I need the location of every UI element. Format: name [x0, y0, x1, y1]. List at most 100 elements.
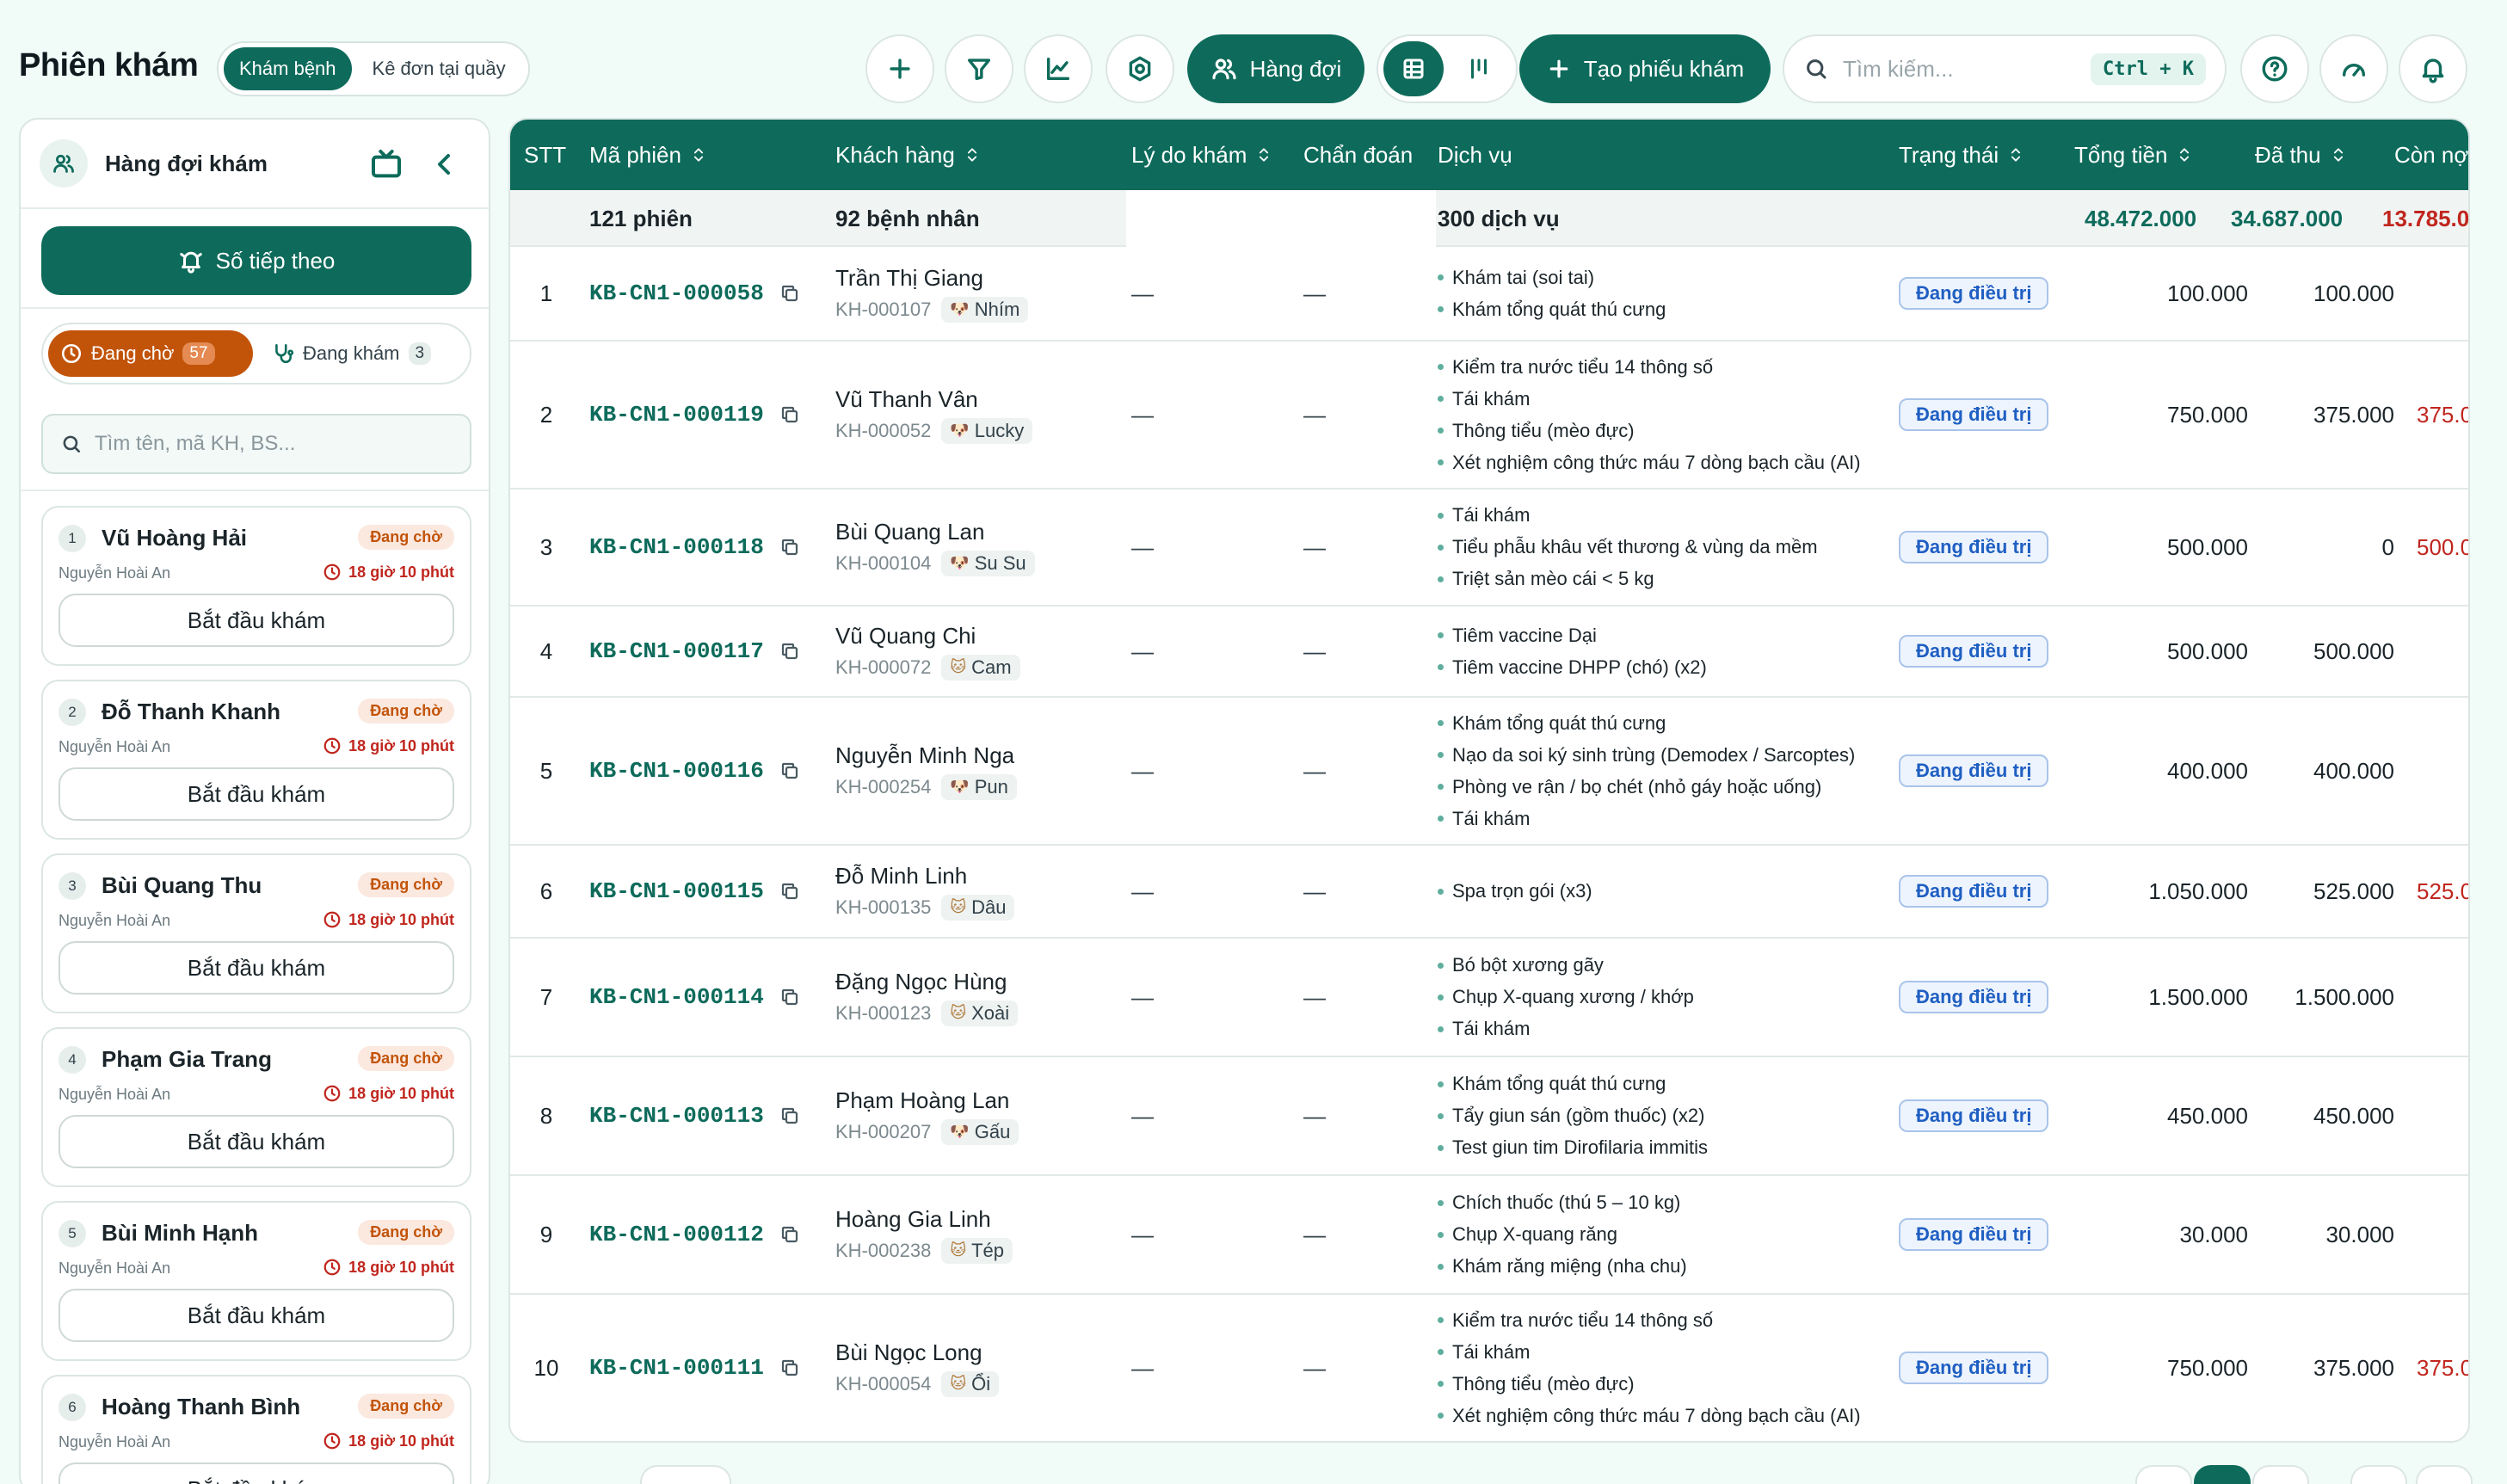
- copy-icon[interactable]: [779, 283, 800, 304]
- table-row[interactable]: 4 KB-CN1-000117 Vũ Quang Chi KH-000072 🐱 Cam —…: [510, 607, 2468, 698]
- session-code-link[interactable]: KB-CN1-000116: [589, 758, 764, 784]
- session-code-link[interactable]: KB-CN1-000058: [589, 280, 764, 306]
- copy-icon[interactable]: [779, 760, 800, 781]
- stethoscope-icon: [275, 343, 294, 363]
- queue-card[interactable]: 4 Phạm Gia Trang Đang chờ Nguyễn Hoài An 18 …: [41, 1027, 471, 1187]
- customer-name[interactable]: Đặng Ngọc Hùng: [835, 969, 1007, 995]
- create-session-button[interactable]: Tạo phiếu khám: [1519, 34, 1771, 103]
- kanban-view-button[interactable]: [1449, 41, 1509, 96]
- table-row[interactable]: 2 KB-CN1-000119 Vũ Thanh Vân KH-000052 🐶 Luck…: [510, 342, 2468, 490]
- start-exam-button[interactable]: Bắt đầu khám: [59, 1289, 454, 1342]
- queue-card[interactable]: 3 Bùi Quang Thu Đang chờ Nguyễn Hoài An 18 g…: [41, 853, 471, 1013]
- queue-card[interactable]: 6 Hoàng Thanh Bình Đang chờ Nguyễn Hoài An 1…: [41, 1375, 471, 1484]
- col-code[interactable]: Mã phiên: [589, 120, 707, 190]
- customer-name[interactable]: Hoàng Gia Linh: [835, 1206, 991, 1233]
- queue-label: Hàng đợi: [1249, 55, 1342, 82]
- session-code-link[interactable]: KB-CN1-000115: [589, 878, 764, 904]
- add-button[interactable]: [865, 34, 934, 103]
- col-paid[interactable]: Đã thu: [2255, 120, 2347, 190]
- session-code-link[interactable]: KB-CN1-000119: [589, 402, 764, 428]
- next-number-button[interactable]: Số tiếp theo: [41, 226, 471, 295]
- session-code-link[interactable]: KB-CN1-000114: [589, 984, 764, 1010]
- notifications-button[interactable]: [2399, 34, 2467, 103]
- queue-doctor: Nguyễn Hoài An: [59, 1259, 171, 1277]
- queue-card[interactable]: 2 Đỗ Thanh Khanh Đang chờ Nguyễn Hoài An 18 …: [41, 680, 471, 840]
- help-button[interactable]: [2240, 34, 2309, 103]
- table-row[interactable]: 9 KB-CN1-000112 Hoàng Gia Linh KH-000238 🐱 Té…: [510, 1176, 2468, 1295]
- copy-icon[interactable]: [779, 1224, 800, 1245]
- tab-examining[interactable]: Đang khám 3: [260, 330, 443, 377]
- session-code-link[interactable]: KB-CN1-000117: [589, 638, 764, 664]
- page-2-button[interactable]: [2252, 1465, 2309, 1484]
- start-exam-button[interactable]: Bắt đầu khám: [59, 767, 454, 821]
- status-badge: Đang điều trị: [1899, 981, 2049, 1013]
- copy-icon[interactable]: [779, 1105, 800, 1126]
- copy-icon[interactable]: [779, 1358, 800, 1378]
- col-reason[interactable]: Lý do khám: [1131, 120, 1272, 190]
- queue-card[interactable]: 1 Vũ Hoàng Hải Đang chờ Nguyễn Hoài An 18 gi…: [41, 506, 471, 666]
- due-cell: [2417, 1176, 2468, 1293]
- performance-button[interactable]: [2319, 34, 2388, 103]
- copy-icon[interactable]: [779, 641, 800, 662]
- col-status[interactable]: Trạng thái: [1899, 120, 2024, 190]
- global-search-input[interactable]: [1843, 55, 2078, 83]
- customer-name[interactable]: Bùi Quang Lan: [835, 519, 984, 545]
- table-row[interactable]: 3 KB-CN1-000118 Bùi Quang Lan KH-000104 🐶 Su …: [510, 490, 2468, 607]
- queue-patient-name: Đỗ Thanh Khanh: [102, 699, 280, 724]
- cat-icon: 🐱: [950, 1375, 967, 1392]
- queue-number: 6: [59, 1394, 86, 1421]
- copy-icon[interactable]: [779, 537, 800, 557]
- prev-page-button[interactable]: [2135, 1465, 2192, 1484]
- collapse-sidebar-button[interactable]: [427, 147, 461, 182]
- start-exam-button[interactable]: Bắt đầu khám: [59, 594, 454, 647]
- col-due[interactable]: Còn nợ: [2394, 120, 2468, 190]
- queue-doctor: Nguyễn Hoài An: [59, 738, 171, 755]
- pet-badge: 🐱 Xoài: [941, 1000, 1019, 1026]
- customer-name[interactable]: Vũ Quang Chi: [835, 623, 976, 650]
- copy-icon[interactable]: [779, 404, 800, 425]
- customer-name[interactable]: Bùi Ngọc Long: [835, 1339, 982, 1366]
- sidebar-title: Hàng đợi khám: [105, 150, 268, 176]
- table-row[interactable]: 7 KB-CN1-000114 Đặng Ngọc Hùng KH-000123 🐱 Xo…: [510, 939, 2468, 1057]
- table-row[interactable]: 8 KB-CN1-000113 Phạm Hoàng Lan KH-000207 🐶 Gấ…: [510, 1057, 2468, 1176]
- customer-name[interactable]: Trần Thị Giang: [835, 265, 983, 292]
- page-size-select[interactable]: [640, 1465, 731, 1484]
- col-total[interactable]: Tổng tiền: [2074, 120, 2193, 190]
- start-exam-button[interactable]: Bắt đầu khám: [59, 1115, 454, 1168]
- tab-kham-benh[interactable]: Khám bệnh: [224, 47, 352, 90]
- customer-name[interactable]: Vũ Thanh Vân: [835, 386, 978, 413]
- display-screen-button[interactable]: [369, 147, 403, 182]
- queue-search-input[interactable]: [95, 432, 453, 456]
- chart-button[interactable]: [1024, 34, 1093, 103]
- services-cell: Tiêm vaccine Dại Tiêm vaccine DHPP (chó) …: [1438, 607, 1707, 696]
- session-code-link[interactable]: KB-CN1-000111: [589, 1355, 764, 1381]
- start-exam-button[interactable]: Bắt đầu khám: [59, 1462, 454, 1484]
- page-1-button[interactable]: [2194, 1465, 2251, 1484]
- copy-icon[interactable]: [779, 881, 800, 902]
- queue-button[interactable]: Hàng đợi: [1187, 34, 1364, 103]
- session-code-link[interactable]: KB-CN1-000118: [589, 534, 764, 560]
- filter-button[interactable]: [945, 34, 1013, 103]
- tab-ke-don[interactable]: Kê đơn tại quầy: [357, 47, 521, 90]
- settings-button[interactable]: [1106, 34, 1174, 103]
- table-row[interactable]: 10 KB-CN1-000111 Bùi Ngọc Long KH-000054 🐱 Ổi…: [510, 1295, 2468, 1441]
- copy-icon[interactable]: [779, 987, 800, 1007]
- session-code-link[interactable]: KB-CN1-000112: [589, 1222, 764, 1247]
- last-page-button[interactable]: [2416, 1465, 2473, 1484]
- paid-cell: 0: [2381, 533, 2394, 560]
- queue-card[interactable]: 5 Bùi Minh Hạnh Đang chờ Nguyễn Hoài An 18 g…: [41, 1201, 471, 1361]
- table-view-button[interactable]: [1383, 41, 1444, 96]
- next-page-button[interactable]: [2350, 1465, 2407, 1484]
- col-customer[interactable]: Khách hàng: [835, 120, 981, 190]
- table-row[interactable]: 6 KB-CN1-000115 Đỗ Minh Linh KH-000135 🐱 Dâu —…: [510, 846, 2468, 939]
- clock-icon: [323, 1085, 341, 1102]
- pet-badge: 🐶 Pun: [941, 773, 1017, 800]
- table-row[interactable]: 1 KB-CN1-000058 Trần Thị Giang KH-000107 🐶 Nh…: [510, 247, 2468, 342]
- start-exam-button[interactable]: Bắt đầu khám: [59, 941, 454, 994]
- customer-name[interactable]: Nguyễn Minh Nga: [835, 742, 1014, 769]
- session-code-link[interactable]: KB-CN1-000113: [589, 1103, 764, 1129]
- table-row[interactable]: 5 KB-CN1-000116 Nguyễn Minh Nga KH-000254 🐶 P…: [510, 698, 2468, 846]
- customer-name[interactable]: Đỗ Minh Linh: [835, 863, 967, 890]
- customer-name[interactable]: Phạm Hoàng Lan: [835, 1087, 1009, 1114]
- tab-waiting[interactable]: Đang chờ 57: [48, 330, 253, 377]
